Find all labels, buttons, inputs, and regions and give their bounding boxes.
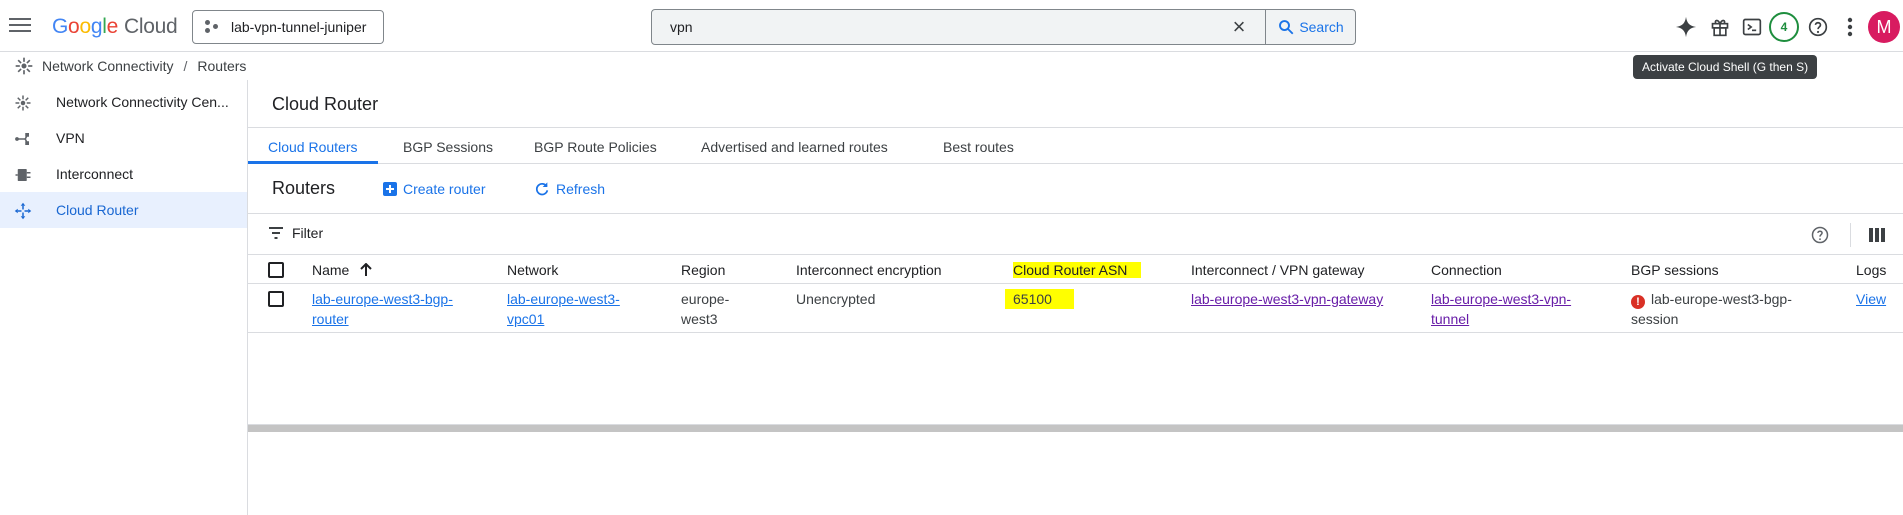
filter-icon [269, 227, 283, 239]
sidebar-item-vpn[interactable]: VPN [0, 120, 247, 156]
project-icon [205, 20, 223, 34]
router-name-link[interactable]: lab-europe-west3-bgp- router [312, 289, 453, 329]
top-bar: GoogleCloud lab-vpn-tunnel-juniper × Sea… [0, 0, 1903, 52]
column-display-icon[interactable] [1868, 226, 1886, 244]
filter-button[interactable]: Filter [268, 225, 323, 241]
error-icon: ! [1631, 295, 1645, 309]
breadcrumb-section[interactable]: Network Connectivity [42, 58, 174, 74]
sidebar-item-cloud-router[interactable]: Cloud Router [0, 192, 247, 228]
column-header-network[interactable]: Network [507, 262, 558, 278]
sidebar-item-network-connectivity-center[interactable]: Network Connectivity Cen... [0, 84, 247, 120]
filter-bar: Filter [248, 215, 1903, 255]
logs-view-link[interactable]: View [1856, 289, 1886, 309]
logo-google-text: Google [52, 15, 118, 38]
sidebar: Network Connectivity Cen... VPN Intercon… [0, 80, 248, 515]
tab-bgp-sessions[interactable]: BGP Sessions [383, 128, 513, 164]
page-title: Cloud Router [272, 94, 379, 114]
column-header-asn[interactable]: Cloud Router ASN [1013, 262, 1142, 278]
column-header-logs[interactable]: Logs [1856, 262, 1886, 278]
refresh-icon [536, 182, 549, 196]
network-link[interactable]: lab-europe-west3- vpc01 [507, 289, 620, 329]
select-all-checkbox[interactable] [268, 262, 284, 278]
column-header-region[interactable]: Region [681, 262, 725, 278]
project-name: lab-vpn-tunnel-juniper [231, 19, 367, 35]
search-icon [1279, 20, 1294, 35]
breadcrumb-current[interactable]: Routers [197, 58, 246, 74]
encryption-cell: Unencrypted [796, 291, 876, 307]
search-button-label: Search [1299, 19, 1344, 35]
table-header: Name Network Region Interconnect encrypt… [248, 256, 1903, 284]
routers-header: Routers Create router Refresh [248, 164, 1903, 214]
refresh-button[interactable]: Refresh [534, 178, 605, 200]
tab-cloud-routers[interactable]: Cloud Routers [248, 128, 378, 164]
section-title: Routers [272, 178, 336, 198]
refresh-label: Refresh [556, 181, 606, 197]
table-row: lab-europe-west3-bgp- router lab-europe-… [248, 285, 1903, 333]
notifications-badge[interactable]: 4 [1767, 10, 1801, 44]
sidebar-item-label: Network Connectivity Cen... [56, 94, 229, 110]
breadcrumb: Network Connectivity / Routers [0, 52, 1903, 80]
logo-cloud-text: Cloud [123, 15, 178, 38]
search-bar: × Search [651, 9, 1356, 45]
interconnect-icon [15, 169, 31, 181]
cloud-shell-tooltip: Activate Cloud Shell (G then S) [1633, 55, 1818, 79]
vpn-icon [15, 133, 29, 145]
gateway-link[interactable]: lab-europe-west3-vpn-gateway [1191, 289, 1383, 309]
cloud-shell-icon[interactable] [1735, 10, 1769, 44]
column-header-bgp-sessions[interactable]: BGP sessions [1631, 262, 1719, 278]
help-icon[interactable] [1801, 10, 1835, 44]
avatar: M [1868, 11, 1900, 43]
column-header-connection[interactable]: Connection [1431, 262, 1502, 278]
toolbar-divider [1850, 223, 1851, 247]
hub-icon [15, 57, 33, 75]
sidebar-item-label: Cloud Router [56, 202, 139, 218]
menu-icon[interactable] [9, 14, 31, 36]
sort-ascending-icon [360, 262, 372, 276]
tab-bar: Cloud Routers BGP Sessions BGP Route Pol… [248, 128, 1903, 164]
gift-icon[interactable] [1703, 10, 1737, 44]
column-header-encryption[interactable]: Interconnect encryption [796, 262, 942, 278]
breadcrumb-separator: / [183, 58, 188, 74]
row-checkbox[interactable] [268, 291, 284, 307]
sidebar-item-label: VPN [56, 130, 85, 146]
search-input[interactable] [652, 10, 1252, 44]
asn-cell: 65100 [1005, 289, 1074, 309]
region-cell: europe- west3 [681, 291, 730, 327]
create-router-label: Create router [403, 181, 486, 197]
horizontal-scrollbar[interactable] [248, 424, 1903, 432]
clear-icon[interactable]: × [1228, 16, 1250, 38]
bgp-session-cell: ! lab-europe-west3-bgp- session [1631, 291, 1792, 327]
search-button[interactable]: Search [1265, 10, 1355, 44]
help-icon[interactable] [1810, 225, 1830, 245]
gemini-icon[interactable] [1669, 10, 1703, 44]
project-picker[interactable]: lab-vpn-tunnel-juniper [192, 10, 384, 44]
create-router-button[interactable]: Create router [383, 178, 485, 200]
google-cloud-logo[interactable]: Google Cloud [52, 15, 178, 39]
add-box-icon [383, 182, 397, 196]
sidebar-item-label: Interconnect [56, 166, 134, 182]
main-content: Cloud Router Cloud Routers BGP Sessions … [248, 80, 1903, 515]
tab-advertised-learned-routes[interactable]: Advertised and learned routes [681, 128, 908, 164]
filter-label: Filter [292, 225, 324, 241]
more-vert-icon[interactable] [1833, 10, 1867, 44]
column-header-gateway[interactable]: Interconnect / VPN gateway [1191, 262, 1365, 278]
account-avatar[interactable]: M [1867, 10, 1901, 44]
connection-link[interactable]: lab-europe-west3-vpn- tunnel [1431, 289, 1571, 329]
column-header-name[interactable]: Name [312, 262, 373, 278]
hub-icon [15, 95, 31, 111]
tab-best-routes[interactable]: Best routes [923, 128, 1034, 164]
sidebar-item-interconnect[interactable]: Interconnect [0, 156, 247, 192]
tab-bgp-route-policies[interactable]: BGP Route Policies [514, 128, 677, 164]
router-icon [14, 202, 32, 220]
